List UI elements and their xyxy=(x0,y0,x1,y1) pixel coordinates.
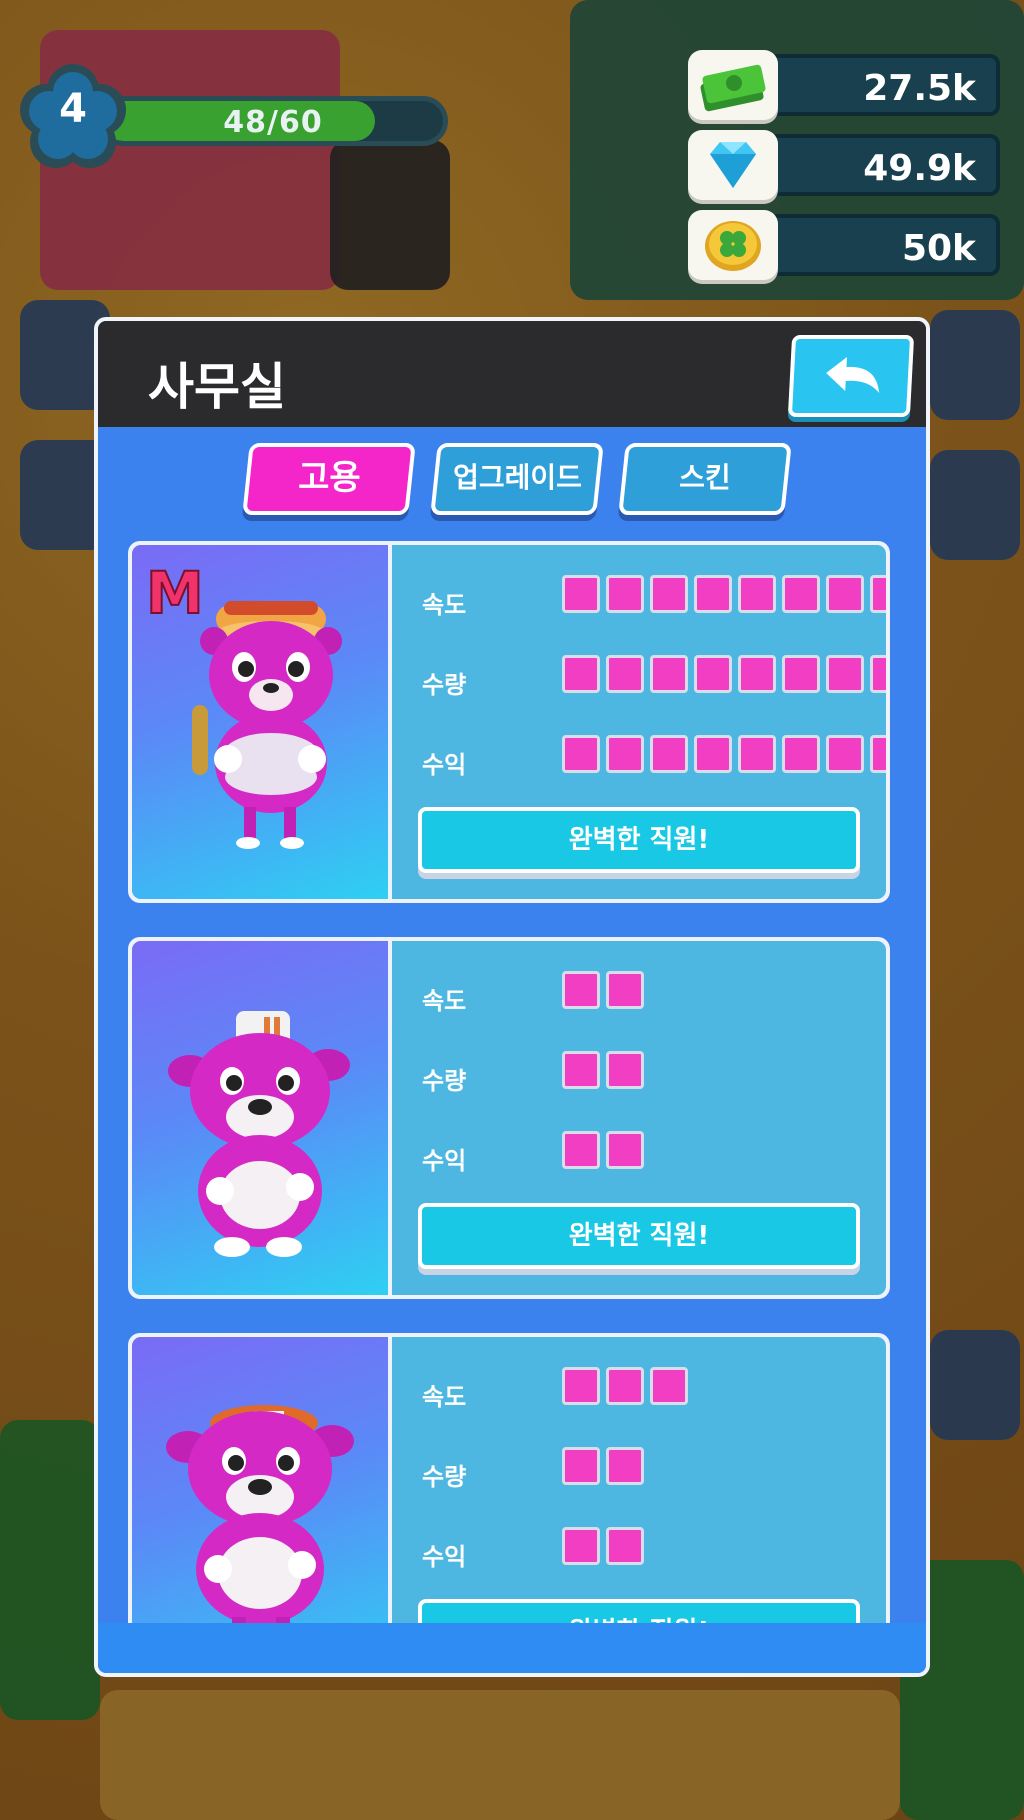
stat-pip xyxy=(870,575,886,613)
stat-pips xyxy=(562,735,886,773)
tab-bar: 고용 업그레이드 스킨 xyxy=(98,443,926,515)
stat-pip xyxy=(870,735,886,773)
stat-pip xyxy=(562,575,600,613)
stat-pip xyxy=(562,1527,600,1565)
stat-pip xyxy=(650,1367,688,1405)
stat-pip xyxy=(826,735,864,773)
perfect-staff-button[interactable]: 완벽한 직원! xyxy=(418,807,860,873)
stat-pip xyxy=(650,575,688,613)
stat-pip xyxy=(606,1447,644,1485)
staff-card: 속도 수량 수익 완벽한 직원! xyxy=(128,937,890,1299)
stat-pip xyxy=(782,575,820,613)
stat-pips xyxy=(562,1367,688,1405)
stat-pip xyxy=(562,735,600,773)
back-arrow-icon xyxy=(826,357,880,393)
modal-footer xyxy=(98,1623,926,1673)
office-modal: 사무실 고용 업그레이드 스킨 M 속도 수량 수익 완벽한 직원! 속도 수량… xyxy=(94,317,930,1677)
stat-pip xyxy=(562,1131,600,1169)
staff-card: M 속도 수량 수익 완벽한 직원! xyxy=(128,541,890,903)
stat-pip xyxy=(606,1367,644,1405)
stat-label-quantity: 수량 xyxy=(422,1067,467,1095)
stat-pip xyxy=(782,735,820,773)
stat-label-profit: 수익 xyxy=(422,1147,467,1175)
stat-label-speed: 속도 xyxy=(422,591,467,619)
stat-pip xyxy=(694,655,732,693)
stat-label-profit: 수익 xyxy=(422,751,467,779)
stat-label-profit: 수익 xyxy=(422,1543,467,1571)
stat-pip xyxy=(694,735,732,773)
stat-pip xyxy=(562,655,600,693)
stat-pip xyxy=(870,655,886,693)
stat-pip xyxy=(738,735,776,773)
bulldog-cap-character-icon xyxy=(166,1405,354,1623)
stat-pips xyxy=(562,655,886,693)
stat-pip xyxy=(606,1051,644,1089)
modal-title: 사무실 xyxy=(148,358,286,416)
clover-coin-icon xyxy=(705,221,761,271)
stat-pip xyxy=(694,575,732,613)
stat-pip xyxy=(562,1447,600,1485)
stat-pip xyxy=(606,735,644,773)
stat-pip xyxy=(738,655,776,693)
stat-pip xyxy=(606,575,644,613)
staff-portrait: M xyxy=(132,545,392,899)
stat-pips xyxy=(562,1051,644,1089)
stat-label-quantity: 수량 xyxy=(422,1463,467,1491)
xp-progress-bar: 48/60 xyxy=(98,96,448,146)
clover-coin-counter: 50k xyxy=(688,210,1000,280)
perfect-staff-button[interactable]: 완벽한 직원! xyxy=(418,1599,860,1623)
back-button[interactable] xyxy=(787,335,915,417)
stat-pip xyxy=(562,1367,600,1405)
cash-icon xyxy=(700,64,766,112)
xp-text: 48/60 xyxy=(223,105,323,140)
clover-coin-value: 50k xyxy=(901,228,976,269)
level-number: 4 xyxy=(59,86,87,132)
stat-pip xyxy=(650,655,688,693)
bulldog-character-icon xyxy=(168,1011,350,1257)
diamond-icon xyxy=(710,142,756,188)
diamond-value: 49.9k xyxy=(863,148,976,189)
stat-pip xyxy=(606,1527,644,1565)
stat-label-speed: 속도 xyxy=(422,987,467,1015)
stat-pip xyxy=(562,971,600,1009)
diamond-counter: 49.9k xyxy=(688,130,1000,200)
stat-pip xyxy=(606,1131,644,1169)
stat-pip xyxy=(650,735,688,773)
tab-hire[interactable]: 고용 xyxy=(242,443,416,515)
stat-pip xyxy=(606,655,644,693)
level-indicator: 48/60 4 xyxy=(18,62,448,182)
perfect-staff-button[interactable]: 완벽한 직원! xyxy=(418,1203,860,1269)
stat-pips xyxy=(562,575,886,613)
stat-pips xyxy=(562,1131,644,1169)
stat-pip xyxy=(606,971,644,1009)
staff-card: 속도 수량 수익 완벽한 직원! xyxy=(128,1333,890,1623)
tab-upgrade[interactable]: 업그레이드 xyxy=(430,443,604,515)
stat-pip xyxy=(826,575,864,613)
modal-header: 사무실 xyxy=(98,321,926,427)
cash-value: 27.5k xyxy=(863,68,976,109)
stat-pip xyxy=(782,655,820,693)
staff-portrait xyxy=(132,941,392,1295)
stat-pip xyxy=(562,1051,600,1089)
tab-skin[interactable]: 스킨 xyxy=(618,443,792,515)
stat-label-speed: 속도 xyxy=(422,1383,467,1411)
staff-list[interactable]: M 속도 수량 수익 완벽한 직원! 속도 수량 수익 완벽한 직원! 속도 수… xyxy=(128,541,890,1623)
staff-portrait xyxy=(132,1337,392,1623)
stat-label-quantity: 수량 xyxy=(422,671,467,699)
stat-pip xyxy=(826,655,864,693)
stat-pips xyxy=(562,1447,644,1485)
stat-pip xyxy=(738,575,776,613)
stat-pips xyxy=(562,971,644,1009)
cash-counter: 27.5k xyxy=(688,50,1000,120)
stat-pips xyxy=(562,1527,644,1565)
rank-badge: M xyxy=(145,558,205,628)
